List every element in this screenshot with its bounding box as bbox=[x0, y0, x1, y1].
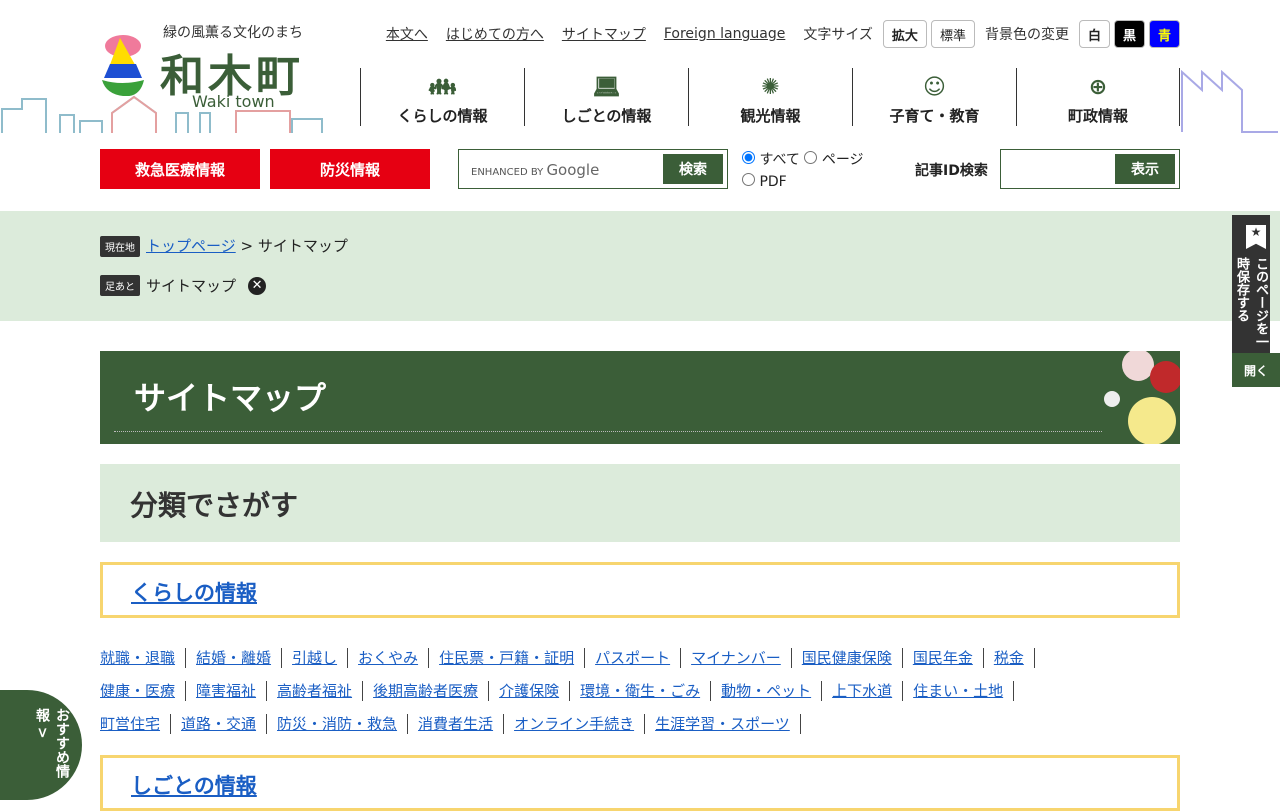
article-id-label: 記事ID検索 bbox=[915, 163, 988, 179]
footprint: 足あと サイトマップ ✕ bbox=[100, 275, 267, 296]
search-enhanced-label: ENHANCED BY bbox=[471, 167, 544, 178]
save-page-label: このページを一時保存する bbox=[1234, 257, 1268, 348]
utility-bar: 本文へ はじめての方へ サイトマップ Foreign language 文字サイ… bbox=[386, 20, 1180, 48]
category-link[interactable]: おくやみ bbox=[358, 649, 418, 667]
close-icon[interactable]: ✕ bbox=[248, 276, 267, 295]
fireworks-icon: ✺ bbox=[761, 75, 780, 100]
category-link[interactable]: 高齢者福祉 bbox=[277, 682, 352, 700]
category-link[interactable]: 動物・ペット bbox=[721, 682, 811, 700]
category-link[interactable]: 国民健康保険 bbox=[802, 649, 892, 667]
link-sitemap[interactable]: サイトマップ bbox=[562, 24, 646, 44]
work-icon: 💻︎ bbox=[592, 75, 621, 100]
tools-row: 救急医療情報 防災情報 ENHANCED BY Google 検索 すべて ペー… bbox=[100, 149, 1180, 190]
bg-white-button[interactable]: 白 bbox=[1078, 20, 1110, 48]
nav-kanko[interactable]: ✺ 観光情報 bbox=[688, 68, 852, 126]
category-link[interactable]: 障害福祉 bbox=[196, 682, 256, 700]
section-heading: 分類でさがす bbox=[100, 464, 1180, 542]
category-link[interactable]: パスポート bbox=[595, 649, 670, 667]
category-link[interactable]: 消費者生活 bbox=[418, 715, 493, 733]
category-link[interactable]: 健康・医療 bbox=[100, 682, 175, 700]
family-icon: 👪︎ bbox=[428, 75, 457, 100]
emergency-medical-button[interactable]: 救急医療情報 bbox=[100, 149, 260, 189]
link-first-visit[interactable]: はじめての方へ bbox=[446, 24, 544, 44]
font-standard-button[interactable]: 標準 bbox=[930, 20, 975, 48]
category-link[interactable]: 介護保険 bbox=[499, 682, 559, 700]
nav-chosei[interactable]: ⊕ 町政情報 bbox=[1016, 68, 1180, 126]
breadcrumb-current: サイトマップ bbox=[257, 237, 348, 255]
category-link[interactable]: 生涯学習・スポーツ bbox=[655, 715, 790, 733]
article-id-input[interactable]: 表示 bbox=[1000, 149, 1180, 189]
bg-color-label: 背景色の変更 bbox=[984, 27, 1069, 43]
page-title-banner: サイトマップ bbox=[100, 351, 1180, 444]
font-enlarge-button[interactable]: 拡大 bbox=[882, 20, 927, 48]
category-link[interactable]: 道路・交通 bbox=[181, 715, 256, 733]
category-link[interactable]: 上下水道 bbox=[832, 682, 892, 700]
category-link-shigoto[interactable]: しごとの情報 bbox=[131, 774, 257, 798]
nav-kosodate[interactable]: ☺ 子育て・教育 bbox=[852, 68, 1016, 126]
category-link-kurashi[interactable]: くらしの情報 bbox=[131, 581, 257, 605]
category-link[interactable]: 引越し bbox=[292, 649, 337, 667]
child-icon: ☺ bbox=[923, 75, 946, 100]
category-link[interactable]: 環境・衛生・ごみ bbox=[580, 682, 700, 700]
logo-tagline: 緑の風薫る文化のまち bbox=[163, 25, 303, 41]
category-link[interactable]: マイナンバー bbox=[691, 649, 781, 667]
category-link[interactable]: 住民票・戸籍・証明 bbox=[439, 649, 574, 667]
link-foreign-language[interactable]: Foreign language bbox=[664, 26, 785, 42]
header: 緑の風薫る文化のまち 和木町 Waki town 本文へ はじめての方へ サイト… bbox=[0, 0, 1280, 140]
category-heading-shigoto: しごとの情報 bbox=[100, 755, 1180, 811]
category-heading-kurashi: くらしの情報 bbox=[100, 562, 1180, 618]
globe-icon: ⊕ bbox=[1088, 75, 1108, 100]
logo-mark-icon bbox=[102, 35, 144, 96]
google-label: Google bbox=[546, 161, 600, 179]
kurashi-links: 就職・退職 結婚・離婚 引越し おくやみ 住民票・戸籍・証明 パスポート マイナンバー 国民健… bbox=[100, 642, 1180, 741]
current-location-badge: 現在地 bbox=[100, 236, 140, 257]
radio-pdf[interactable]: PDF bbox=[742, 173, 787, 190]
radio-all[interactable]: すべて bbox=[742, 151, 800, 168]
bg-blue-button[interactable]: 青 bbox=[1148, 20, 1180, 48]
factory-illustration bbox=[1181, 70, 1278, 133]
category-link[interactable]: 町営住宅 bbox=[100, 715, 160, 733]
footprint-badge: 足あと bbox=[100, 275, 140, 296]
article-id-button[interactable]: 表示 bbox=[1115, 154, 1175, 184]
disaster-info-button[interactable]: 防災情報 bbox=[270, 149, 430, 189]
nav-shigoto[interactable]: 💻︎ しごとの情報 bbox=[524, 68, 688, 126]
breadcrumb: 現在地 トップページ > サイトマップ bbox=[100, 235, 348, 257]
global-nav: 👪︎ くらしの情報 💻︎ しごとの情報 ✺ 観光情報 ☺ 子育て・教育 ⊕ 町政情報 bbox=[360, 68, 1180, 126]
page-title: サイトマップ bbox=[134, 379, 327, 417]
category-link[interactable]: 税金 bbox=[994, 649, 1024, 667]
category-link[interactable]: 就職・退職 bbox=[100, 649, 175, 667]
category-link[interactable]: 後期高齢者医療 bbox=[373, 682, 478, 700]
font-size-label: 文字サイズ bbox=[803, 27, 873, 43]
category-link[interactable]: 国民年金 bbox=[913, 649, 973, 667]
search-input[interactable]: ENHANCED BY Google 検索 bbox=[458, 149, 728, 189]
rose-decoration-icon bbox=[1104, 351, 1180, 444]
bg-black-button[interactable]: 黒 bbox=[1113, 20, 1145, 48]
search-scope: すべて ページ PDF bbox=[742, 149, 864, 193]
nav-kurashi[interactable]: 👪︎ くらしの情報 bbox=[360, 68, 524, 126]
save-page-panel[interactable]: このページを一時保存する 開く ★ bbox=[1232, 215, 1280, 387]
footprint-item[interactable]: サイトマップ bbox=[146, 275, 236, 296]
radio-page[interactable]: ページ bbox=[804, 151, 864, 168]
category-link[interactable]: 結婚・離婚 bbox=[196, 649, 271, 667]
breadcrumb-area: 現在地 トップページ > サイトマップ 足あと サイトマップ ✕ bbox=[0, 211, 1280, 321]
open-button[interactable]: 開く bbox=[1232, 353, 1280, 387]
search-button[interactable]: 検索 bbox=[663, 154, 723, 184]
breadcrumb-home[interactable]: トップページ bbox=[146, 237, 236, 255]
recommended-tab[interactable]: おすすめ情報 > bbox=[0, 690, 82, 800]
category-link[interactable]: オンライン手続き bbox=[514, 715, 634, 733]
category-link[interactable]: 住まい・土地 bbox=[913, 682, 1003, 700]
logo-name-en: Waki town bbox=[192, 92, 275, 111]
category-link[interactable]: 防災・消防・救急 bbox=[277, 715, 397, 733]
link-skip-to-content[interactable]: 本文へ bbox=[386, 24, 428, 44]
